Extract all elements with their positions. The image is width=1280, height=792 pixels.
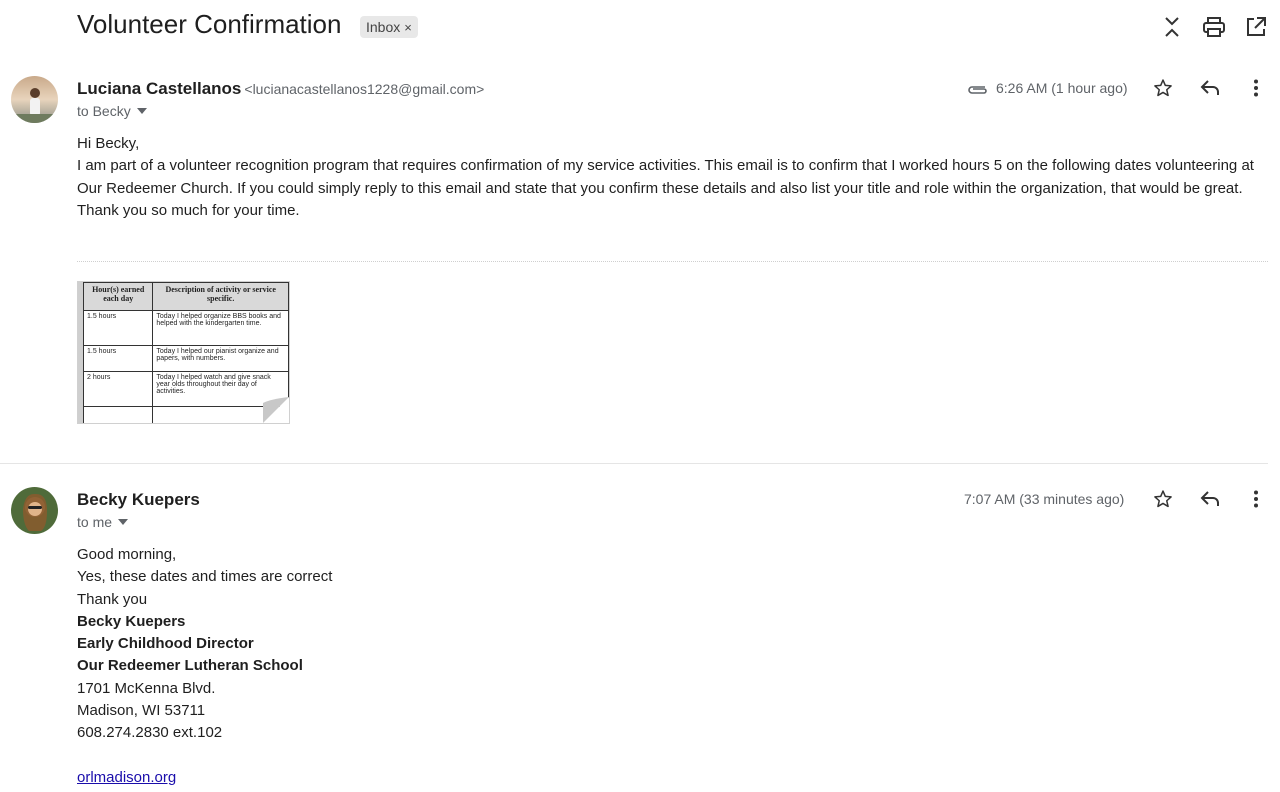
email-subject: Volunteer Confirmation [77, 9, 342, 39]
message-body: Good morning, Yes, these dates and times… [77, 544, 1262, 789]
avatar[interactable] [11, 487, 58, 534]
subject-bar: Volunteer Confirmation Inbox × [0, 0, 1280, 56]
body-line: Good morning, [77, 546, 177, 563]
table-cell: 1.5 hours [82, 345, 154, 372]
body-line: Thank you [77, 590, 148, 608]
table-cell: Today I helped organize BBS books and he… [152, 310, 289, 346]
table-cell: 1.5 hours [82, 310, 154, 346]
reply-icon[interactable] [1198, 76, 1222, 100]
table-header: Hour(s) earned each day [82, 282, 154, 311]
reply-icon[interactable] [1198, 487, 1222, 511]
signature-phone: 608.274.2830 ext.102 [77, 724, 223, 742]
recipient-details[interactable]: to me [77, 514, 129, 530]
caret-down-icon[interactable] [136, 108, 147, 114]
sender-name: Luciana Castellanos <lucianacastellanos12… [77, 79, 484, 99]
signature-organization: Our Redeemer Lutheran School [77, 657, 303, 675]
table-row: 1.5 hours Today I helped our pianist org… [82, 345, 289, 372]
message-divider [0, 463, 1268, 464]
more-vert-icon[interactable] [1244, 487, 1268, 511]
label-text: Inbox [366, 19, 401, 35]
recipient-details[interactable]: to Becky [77, 103, 147, 119]
message-time: 6:26 AM (1 hour ago) [996, 80, 1128, 96]
table-header: Description of activity or service speci… [152, 282, 289, 311]
open-in-new-window-icon[interactable] [1243, 14, 1269, 40]
more-vert-icon[interactable] [1244, 76, 1268, 100]
star-icon[interactable] [1151, 487, 1175, 511]
body-line: Yes, these dates and times are correct [77, 568, 333, 586]
table-cell: Today I helped our pianist organize and … [152, 345, 289, 372]
table-cell: 2 hours [82, 371, 154, 407]
signature-address: 1701 McKenna Blvd. [77, 679, 216, 697]
sender-name-text: Luciana Castellanos [77, 79, 242, 98]
message-time: 7:07 AM (33 minutes ago) [964, 491, 1125, 507]
recipient-text: to me [77, 514, 113, 530]
avatar[interactable] [11, 76, 58, 123]
collapse-all-icon[interactable] [1159, 14, 1185, 40]
attachment-thumbnail[interactable]: Hour(s) earned each day Description of a… [77, 281, 290, 424]
signature-title: Early Childhood Director [77, 635, 254, 653]
signature-city: Madison, WI 53711 [77, 702, 206, 720]
attachment-divider [77, 261, 1268, 262]
greeting: Hi Becky, [77, 135, 140, 152]
signature-name: Becky Kuepers [77, 612, 186, 630]
table-cell [82, 406, 154, 423]
caret-down-icon[interactable] [118, 519, 129, 525]
body-paragraph: I am part of a volunteer recognition pro… [77, 157, 1254, 219]
page-fold-icon [263, 397, 289, 423]
sender-name: Becky Kuepers [77, 490, 200, 509]
table-row: 1.5 hours Today I helped organize BBS bo… [82, 310, 289, 346]
website-link[interactable]: orlmadison.org [77, 769, 176, 786]
inbox-label-chip[interactable]: Inbox × [360, 16, 418, 38]
sender-email: <lucianacastellanos1228@gmail.com> [244, 81, 485, 97]
message-body: Hi Becky, I am part of a volunteer recog… [77, 133, 1262, 222]
print-icon[interactable] [1201, 14, 1227, 40]
recipient-text: to Becky [77, 103, 131, 119]
remove-label-button[interactable]: × [404, 20, 412, 35]
star-icon[interactable] [1151, 76, 1175, 100]
paperclip-icon [966, 78, 988, 102]
